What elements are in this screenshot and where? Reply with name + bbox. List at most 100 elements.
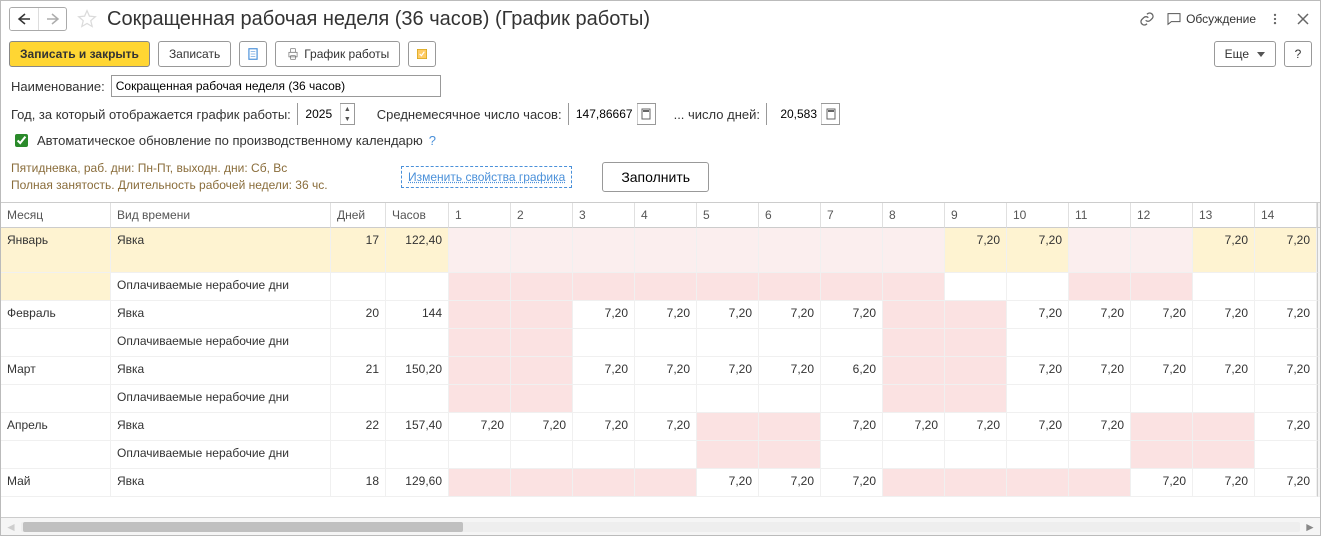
cell-day[interactable] xyxy=(449,385,511,413)
vscroll-cell[interactable] xyxy=(1317,329,1320,357)
year-input[interactable] xyxy=(298,103,340,125)
cell-day[interactable] xyxy=(759,441,821,469)
cell-day[interactable] xyxy=(945,301,1007,329)
vscroll-cell[interactable] xyxy=(1317,469,1320,497)
col-day[interactable]: 8 xyxy=(883,203,945,228)
cell-day[interactable]: 7,20 xyxy=(635,357,697,385)
auto-update-checkbox[interactable] xyxy=(15,134,28,147)
cell-hours[interactable] xyxy=(386,273,449,301)
col-day[interactable]: 5 xyxy=(697,203,759,228)
cell-day[interactable] xyxy=(511,357,573,385)
col-month[interactable]: Месяц xyxy=(1,203,111,228)
cell-day[interactable] xyxy=(449,469,511,497)
cell-day[interactable] xyxy=(821,385,883,413)
cell-days[interactable] xyxy=(331,385,386,413)
cell-day[interactable] xyxy=(1007,469,1069,497)
cell-day[interactable] xyxy=(945,357,1007,385)
cell-day[interactable] xyxy=(1131,273,1193,301)
cell-day[interactable]: 7,20 xyxy=(821,301,883,329)
cell-days[interactable] xyxy=(331,329,386,357)
cell-day[interactable] xyxy=(759,385,821,413)
cell-day[interactable] xyxy=(1193,441,1255,469)
vscroll-cell[interactable] xyxy=(1317,441,1320,469)
cell-day[interactable]: 7,20 xyxy=(1069,301,1131,329)
col-day[interactable]: 13 xyxy=(1193,203,1255,228)
cell-day[interactable] xyxy=(883,357,945,385)
cell-day[interactable]: 7,20 xyxy=(1007,301,1069,329)
cell-day[interactable] xyxy=(573,228,635,273)
cell-day[interactable] xyxy=(945,385,1007,413)
nav-back-button[interactable] xyxy=(10,8,38,30)
cell-day[interactable] xyxy=(635,228,697,273)
cell-day[interactable] xyxy=(1255,273,1317,301)
cell-day[interactable]: 7,20 xyxy=(635,413,697,441)
cell-day[interactable] xyxy=(697,228,759,273)
template-button[interactable] xyxy=(408,41,436,67)
cell-day[interactable]: 7,20 xyxy=(1007,228,1069,273)
cell-day[interactable] xyxy=(449,273,511,301)
cell-day[interactable] xyxy=(1069,228,1131,273)
cell-day[interactable] xyxy=(573,273,635,301)
cell-days[interactable] xyxy=(331,273,386,301)
cell-day[interactable] xyxy=(1193,329,1255,357)
cell-day[interactable] xyxy=(1255,329,1317,357)
close-button[interactable] xyxy=(1294,10,1312,28)
cell-day[interactable]: 7,20 xyxy=(883,413,945,441)
cell-days[interactable]: 20 xyxy=(331,301,386,329)
cell-hours[interactable]: 122,40 xyxy=(386,228,449,273)
cell-day[interactable] xyxy=(759,413,821,441)
cell-day[interactable] xyxy=(511,329,573,357)
col-day[interactable]: 7 xyxy=(821,203,883,228)
cell-day[interactable]: 7,20 xyxy=(821,413,883,441)
cell-day[interactable] xyxy=(449,301,511,329)
cell-day[interactable]: 7,20 xyxy=(945,228,1007,273)
vscroll-cell[interactable] xyxy=(1317,357,1320,385)
cell-day[interactable] xyxy=(759,228,821,273)
cell-day[interactable] xyxy=(449,357,511,385)
cell-day[interactable] xyxy=(883,273,945,301)
cell-day[interactable]: 7,20 xyxy=(759,301,821,329)
auto-update-help[interactable]: ? xyxy=(429,133,436,148)
cell-day[interactable]: 7,20 xyxy=(821,469,883,497)
print-schedule-button[interactable]: График работы xyxy=(275,41,400,67)
link-icon[interactable] xyxy=(1138,10,1156,28)
cell-days[interactable]: 22 xyxy=(331,413,386,441)
cell-day[interactable] xyxy=(1069,273,1131,301)
cell-day[interactable] xyxy=(1131,329,1193,357)
cell-day[interactable]: 7,20 xyxy=(1007,413,1069,441)
vscroll-cell[interactable] xyxy=(1317,273,1320,301)
col-day[interactable]: 2 xyxy=(511,203,573,228)
cell-day[interactable]: 7,20 xyxy=(945,413,1007,441)
cell-day[interactable]: 7,20 xyxy=(1193,469,1255,497)
cell-day[interactable]: 7,20 xyxy=(1193,228,1255,273)
cell-day[interactable]: 7,20 xyxy=(1193,301,1255,329)
cell-day[interactable] xyxy=(573,469,635,497)
cell-day[interactable] xyxy=(697,273,759,301)
cell-day[interactable] xyxy=(821,273,883,301)
cell-day[interactable] xyxy=(821,441,883,469)
discuss-button[interactable]: Обсуждение xyxy=(1166,11,1256,27)
cell-day[interactable] xyxy=(511,469,573,497)
cell-hours[interactable]: 150,20 xyxy=(386,357,449,385)
col-day[interactable]: 3 xyxy=(573,203,635,228)
cell-day[interactable]: 7,20 xyxy=(573,413,635,441)
cell-day[interactable] xyxy=(635,385,697,413)
avg-days-calc-button[interactable] xyxy=(821,104,839,124)
cell-days[interactable]: 21 xyxy=(331,357,386,385)
cell-day[interactable] xyxy=(1131,413,1193,441)
col-day[interactable]: 11 xyxy=(1069,203,1131,228)
cell-day[interactable] xyxy=(1007,273,1069,301)
cell-day[interactable] xyxy=(1069,385,1131,413)
favorite-star-icon[interactable] xyxy=(77,9,97,29)
col-day[interactable]: 1 xyxy=(449,203,511,228)
cell-day[interactable]: 7,20 xyxy=(759,469,821,497)
col-day[interactable]: 10 xyxy=(1007,203,1069,228)
avg-days-input[interactable] xyxy=(767,103,821,125)
cell-day[interactable] xyxy=(821,228,883,273)
cell-day[interactable]: 7,20 xyxy=(697,469,759,497)
col-time-type[interactable]: Вид времени xyxy=(111,203,331,228)
cell-day[interactable] xyxy=(1131,441,1193,469)
cell-day[interactable] xyxy=(449,441,511,469)
cell-day[interactable] xyxy=(883,441,945,469)
cell-day[interactable] xyxy=(1255,385,1317,413)
